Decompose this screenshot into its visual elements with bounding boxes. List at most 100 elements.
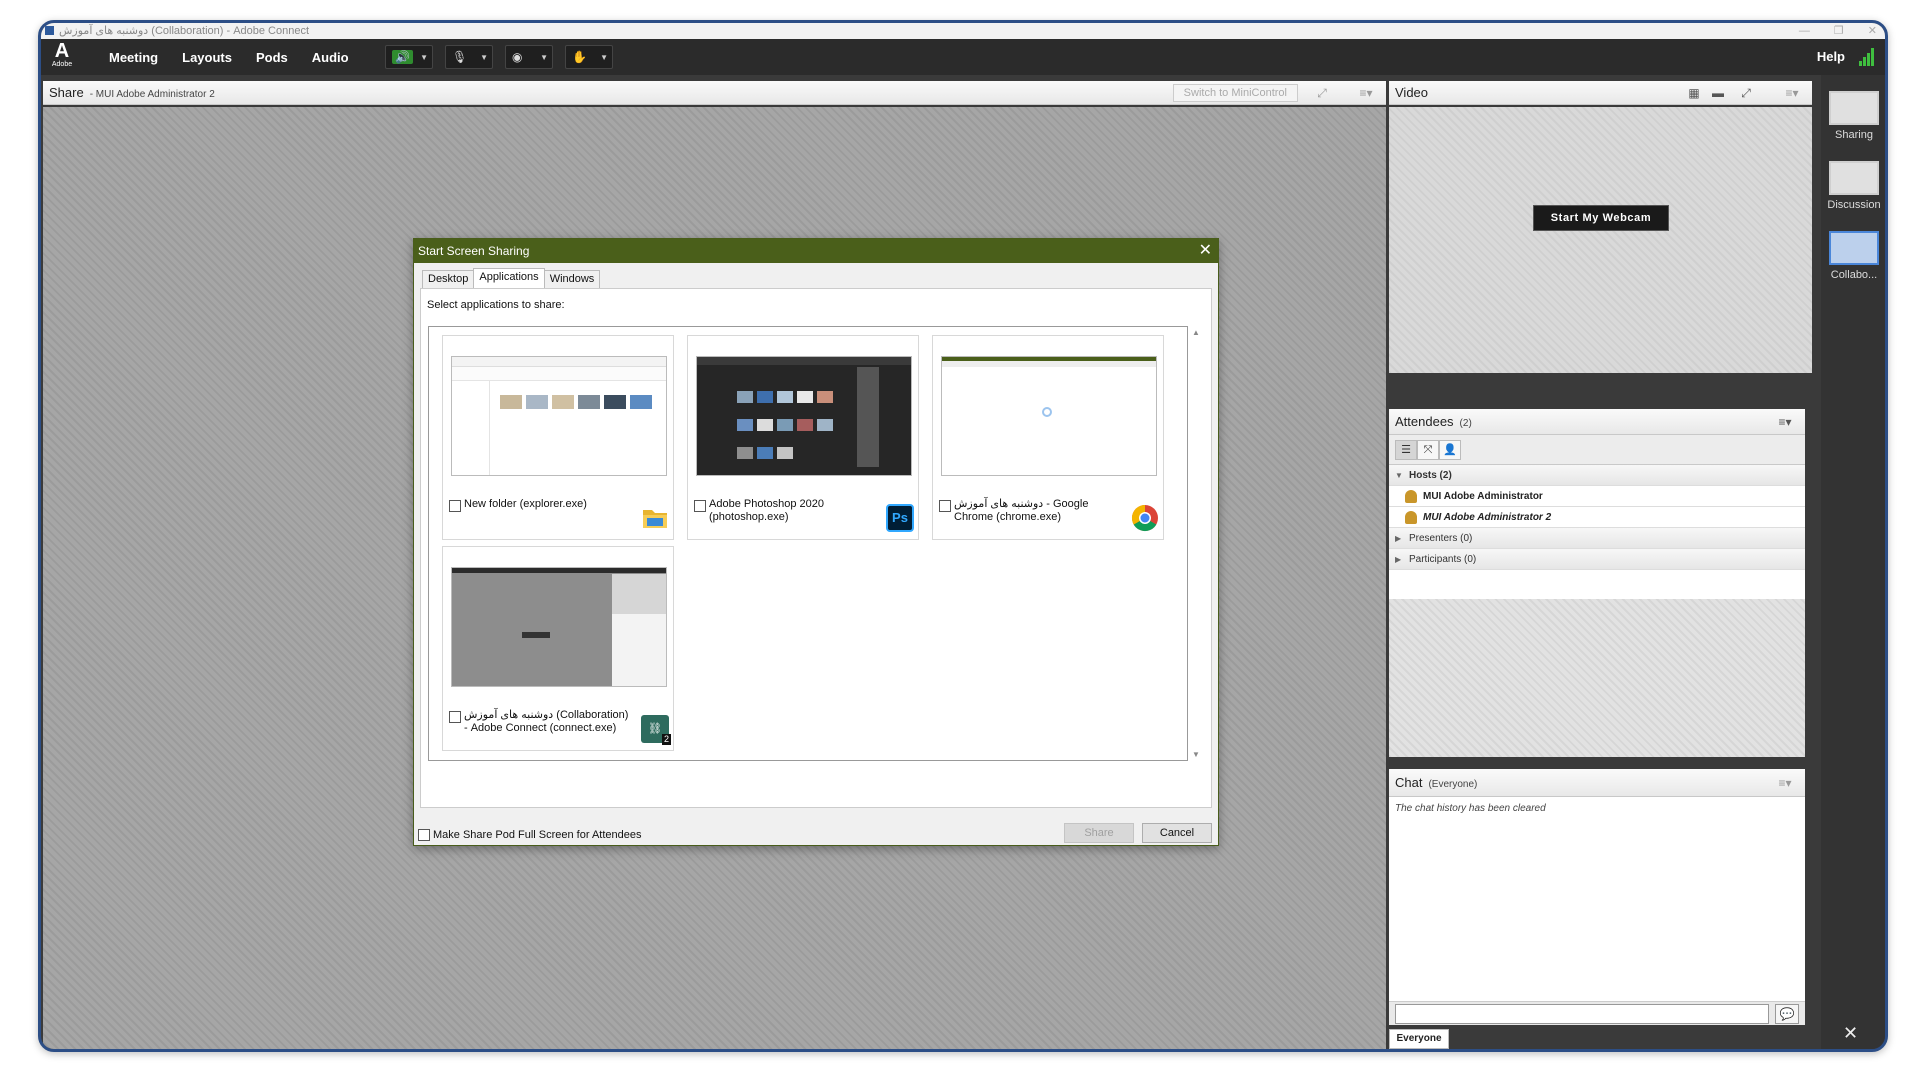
- status-view-icon[interactable]: 👤: [1439, 440, 1461, 460]
- share-pod-header: Share - MUI Adobe Administrator 2 Switch …: [43, 81, 1386, 105]
- media-toolbar: 🔊 ▼ 🎙 ▼ ◉ ▼ ✋ ▼: [385, 45, 613, 69]
- application-list-scrollbar[interactable]: ▲ ▼: [1190, 326, 1202, 761]
- add-layout-icon[interactable]: +: [1861, 1044, 1872, 1049]
- select-apps-prompt: Select applications to share:: [427, 299, 565, 311]
- scroll-down-icon[interactable]: ▼: [1190, 750, 1202, 759]
- switch-to-minicontrol-button[interactable]: Switch to MiniControl: [1172, 84, 1298, 102]
- app-label: New folder (explorer.exe): [464, 498, 587, 510]
- chrome-icon: [1131, 504, 1158, 532]
- layout-discussion[interactable]: Discussion: [1825, 161, 1883, 211]
- host-icon: [1405, 490, 1417, 503]
- close-window-button[interactable]: ✕: [1868, 23, 1877, 39]
- chevron-down-icon[interactable]: ▼: [540, 53, 548, 62]
- app-checkbox[interactable]: [449, 500, 461, 512]
- pod-menu-icon[interactable]: ≡▾: [1777, 415, 1793, 429]
- chevron-down-icon[interactable]: ▼: [480, 53, 488, 62]
- chat-pod-title: Chat: [1395, 775, 1423, 790]
- maximize-button[interactable]: ❐: [1834, 23, 1844, 39]
- chevron-down-icon[interactable]: ▼: [600, 53, 608, 62]
- layouts-bar: Sharing Discussion Collabo...: [1821, 75, 1885, 1049]
- fullscreen-checkbox[interactable]: [418, 829, 430, 842]
- chat-tab-everyone[interactable]: Everyone: [1389, 1029, 1449, 1049]
- app-card-chrome[interactable]: دوشنبه های آموزش - Google Chrome (chrome…: [932, 335, 1164, 540]
- tab-windows[interactable]: Windows: [543, 270, 601, 288]
- speaker-button[interactable]: 🔊 ▼: [385, 45, 433, 69]
- list-view-icon[interactable]: ☰: [1395, 440, 1417, 460]
- pod-menu-icon[interactable]: ≡▾: [1784, 86, 1800, 100]
- raise-hand-icon: ✋: [572, 50, 587, 64]
- minimize-button[interactable]: —: [1799, 23, 1810, 39]
- dialog-titlebar: Start Screen Sharing ✕: [414, 239, 1218, 263]
- app-icon: [45, 26, 54, 35]
- window-titlebar: دوشنبه های آموزش (Collaboration) - Adobe…: [41, 23, 1885, 39]
- attendees-empty-area: [1389, 599, 1805, 757]
- layout-collaboration[interactable]: Collabo...: [1825, 231, 1883, 281]
- grid-view-icon[interactable]: ▦: [1686, 86, 1702, 100]
- menu-meeting[interactable]: Meeting: [109, 50, 158, 65]
- dialog-tabs: Desktop Applications Windows: [422, 268, 601, 288]
- pod-menu-icon[interactable]: ≡▾: [1777, 776, 1793, 790]
- fullscreen-icon[interactable]: ⤢: [1314, 86, 1330, 100]
- tab-desktop[interactable]: Desktop: [422, 270, 475, 288]
- window-title: دوشنبه های آموزش (Collaboration) - Adobe…: [59, 25, 310, 37]
- scroll-up-icon[interactable]: ▲: [1190, 328, 1202, 337]
- layout-actions: ✕ +: [1843, 1023, 1885, 1049]
- hosts-group[interactable]: ▼ Hosts (2): [1389, 465, 1805, 486]
- attendees-count: (2): [1459, 418, 1472, 429]
- tab-applications[interactable]: Applications: [473, 268, 545, 288]
- connect-thumbnail: [451, 567, 667, 687]
- pod-menu-icon[interactable]: ≡▾: [1358, 86, 1374, 100]
- menu-pods[interactable]: Pods: [256, 50, 288, 65]
- close-layouts-icon[interactable]: ✕: [1843, 1023, 1858, 1043]
- adobe-logo-icon: A Adobe: [51, 40, 73, 68]
- menu-layouts[interactable]: Layouts: [182, 50, 232, 65]
- menu-bar: A Adobe Meeting Layouts Pods Audio 🔊 ▼ 🎙 ▼…: [41, 39, 1885, 75]
- share-pod-subtitle: - MUI Adobe Administrator 2: [89, 89, 215, 100]
- cancel-button[interactable]: Cancel: [1142, 823, 1212, 843]
- microphone-icon: 🎙: [452, 50, 468, 64]
- app-checkbox[interactable]: [694, 500, 706, 512]
- chrome-thumbnail: [941, 356, 1157, 476]
- presenters-group[interactable]: ▶ Presenters (0): [1389, 528, 1805, 549]
- attendee-row[interactable]: MUI Adobe Administrator 2: [1389, 507, 1805, 528]
- send-message-icon[interactable]: 💬: [1775, 1004, 1799, 1024]
- main-menu: Meeting Layouts Pods Audio: [109, 39, 349, 75]
- close-icon[interactable]: ✕: [1199, 239, 1212, 263]
- chevron-down-icon[interactable]: ▼: [420, 53, 428, 62]
- attendees-pod-content: ☰ ⤧ 👤 ▼ Hosts (2) MUI Adobe Administrator…: [1389, 435, 1805, 757]
- chevron-right-icon: ▶: [1395, 534, 1402, 543]
- fullscreen-option-label: Make Share Pod Full Screen for Attendees: [433, 829, 642, 841]
- share-button[interactable]: Share: [1064, 823, 1134, 843]
- app-card-connect[interactable]: دوشنبه های آموزش (Collaboration) - Adobe…: [442, 546, 674, 751]
- chat-pod-header: Chat (Everyone) ≡▾: [1389, 769, 1805, 797]
- menu-help[interactable]: Help: [1817, 39, 1845, 75]
- fullscreen-icon[interactable]: ⤢: [1738, 86, 1754, 100]
- photoshop-thumbnail: [696, 356, 912, 476]
- photoshop-icon: Ps: [886, 504, 914, 532]
- window-count-badge: 2: [661, 734, 671, 745]
- menu-audio[interactable]: Audio: [312, 50, 349, 65]
- participants-group[interactable]: ▶ Participants (0): [1389, 549, 1805, 570]
- fullscreen-option[interactable]: Make Share Pod Full Screen for Attendees: [418, 829, 642, 842]
- application-list: New folder (explorer.exe) Adobe Photosho…: [428, 326, 1188, 761]
- chat-input-row: 💬: [1389, 1001, 1805, 1025]
- app-checkbox[interactable]: [449, 711, 461, 723]
- start-my-webcam-button[interactable]: Start My Webcam: [1533, 205, 1669, 231]
- raise-hand-button[interactable]: ✋ ▼: [565, 45, 613, 69]
- app-card-photoshop[interactable]: Adobe Photoshop 2020 (photoshop.exe) Ps: [687, 335, 919, 540]
- layout-sharing[interactable]: Sharing: [1825, 91, 1883, 141]
- window-controls: — ❐ ✕: [1799, 23, 1877, 39]
- webcam-button[interactable]: ◉ ▼: [505, 45, 553, 69]
- dialog-title: Start Screen Sharing: [418, 244, 530, 258]
- chat-input[interactable]: [1395, 1004, 1769, 1024]
- microphone-button[interactable]: 🎙 ▼: [445, 45, 493, 69]
- layout-collaboration-icon: [1829, 231, 1879, 265]
- applications-panel: Select applications to share: New folder…: [420, 288, 1212, 808]
- attendees-pod-header: Attendees (2) ≡▾: [1389, 409, 1805, 435]
- attendee-row[interactable]: MUI Adobe Administrator: [1389, 486, 1805, 507]
- filmstrip-view-icon[interactable]: ▬: [1710, 86, 1726, 100]
- chevron-down-icon: ▼: [1395, 471, 1403, 480]
- app-card-explorer[interactable]: New folder (explorer.exe): [442, 335, 674, 540]
- app-checkbox[interactable]: [939, 500, 951, 512]
- breakout-view-icon[interactable]: ⤧: [1417, 440, 1439, 460]
